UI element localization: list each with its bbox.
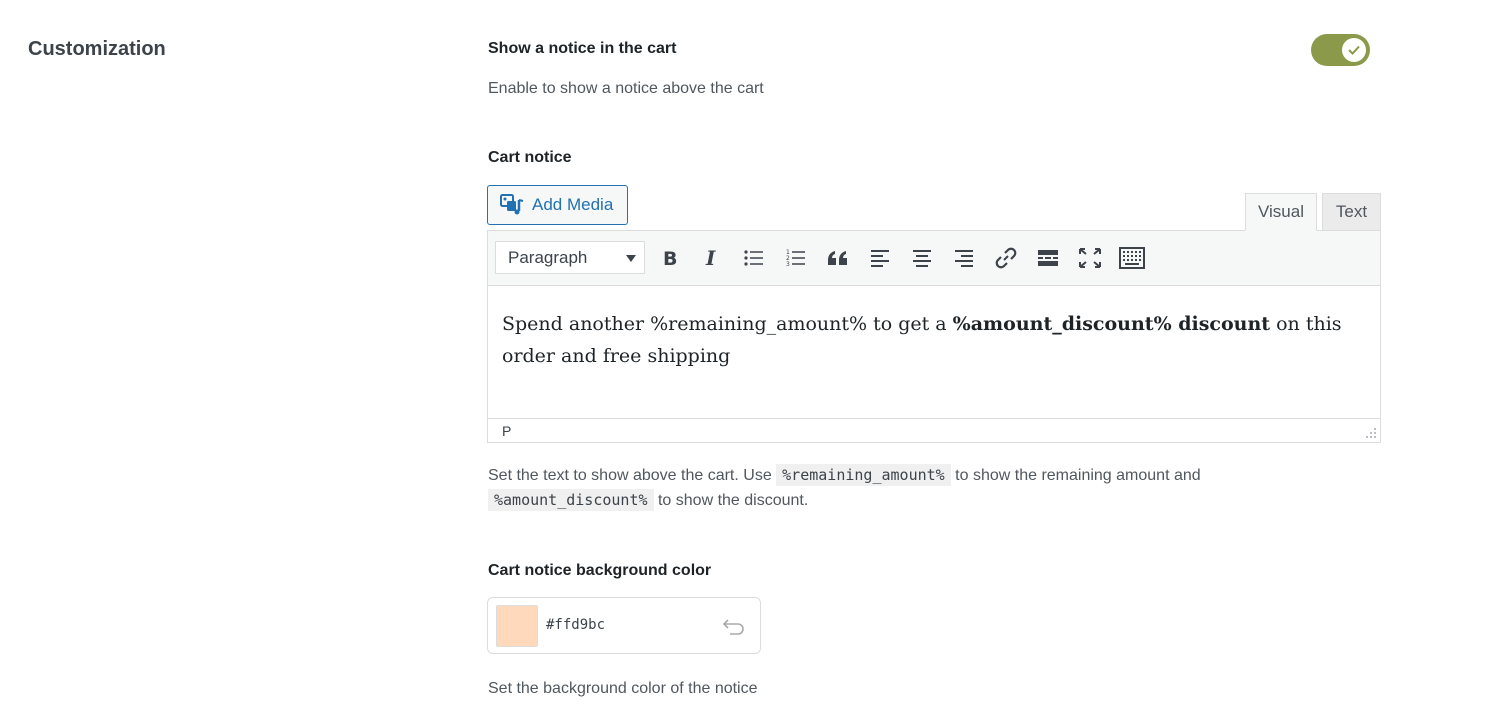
numbered-list-icon[interactable]: 123 xyxy=(781,243,811,273)
align-left-icon[interactable] xyxy=(865,243,895,273)
tab-visual[interactable]: Visual xyxy=(1245,193,1317,231)
help-text: Set the text to show above the cart. Use xyxy=(488,467,777,484)
add-media-button[interactable]: Add Media xyxy=(487,185,628,225)
content-text-bold: %amount_discount% discount xyxy=(952,313,1271,335)
help-text: to show the discount. xyxy=(653,492,809,509)
media-icon xyxy=(500,194,524,215)
tab-text[interactable]: Text xyxy=(1322,193,1381,231)
section-title: Customization xyxy=(28,38,166,60)
toggle-knob xyxy=(1342,38,1366,62)
show-notice-help: Enable to show a notice above the cart xyxy=(488,80,764,97)
show-notice-toggle[interactable] xyxy=(1311,34,1370,66)
cart-notice-help: Set the text to show above the cart. Use… xyxy=(488,463,1348,513)
bullet-list-icon[interactable] xyxy=(739,243,769,273)
editor-statusbar: P xyxy=(488,418,1380,442)
remaining-amount-code: %remaining_amount% xyxy=(776,464,951,486)
cart-notice-label: Cart notice xyxy=(488,149,572,166)
svg-text:3: 3 xyxy=(786,261,790,268)
amount-discount-code: %amount_discount% xyxy=(488,489,654,511)
editor: Paragraph B I 123 Spend another %remaini… xyxy=(487,230,1381,443)
undo-icon[interactable] xyxy=(722,616,746,636)
toolbar-toggle-icon[interactable] xyxy=(1117,243,1147,273)
color-hex-value[interactable]: #ffd9bc xyxy=(546,617,605,633)
format-select[interactable]: Paragraph xyxy=(495,241,645,274)
format-select-value: Paragraph xyxy=(508,247,588,267)
editor-toolbar: Paragraph B I 123 xyxy=(488,231,1380,286)
add-media-label: Add Media xyxy=(532,195,614,214)
help-text: to show the remaining amount and xyxy=(950,467,1201,484)
link-icon[interactable] xyxy=(991,243,1021,273)
align-right-icon[interactable] xyxy=(949,243,979,273)
svg-text:B: B xyxy=(663,248,677,268)
read-more-icon[interactable] xyxy=(1033,243,1063,273)
color-picker: #ffd9bc xyxy=(487,597,761,654)
blockquote-icon[interactable] xyxy=(823,243,853,273)
check-icon xyxy=(1348,45,1360,55)
bold-icon[interactable]: B xyxy=(655,243,685,273)
element-path[interactable]: P xyxy=(502,423,511,439)
fullscreen-icon[interactable] xyxy=(1075,243,1105,273)
bg-color-help: Set the background color of the notice xyxy=(488,680,758,697)
bg-color-label: Cart notice background color xyxy=(488,562,712,579)
editor-content[interactable]: Spend another %remaining_amount% to get … xyxy=(488,286,1380,419)
chevron-down-icon xyxy=(626,255,636,262)
italic-icon[interactable]: I xyxy=(697,243,727,273)
content-text-before: Spend another %remaining_amount% to get … xyxy=(502,313,953,335)
align-center-icon[interactable] xyxy=(907,243,937,273)
show-notice-label: Show a notice in the cart xyxy=(488,40,677,57)
resize-handle-icon[interactable] xyxy=(1365,427,1377,439)
color-swatch[interactable] xyxy=(496,605,538,647)
svg-text:I: I xyxy=(705,248,716,268)
